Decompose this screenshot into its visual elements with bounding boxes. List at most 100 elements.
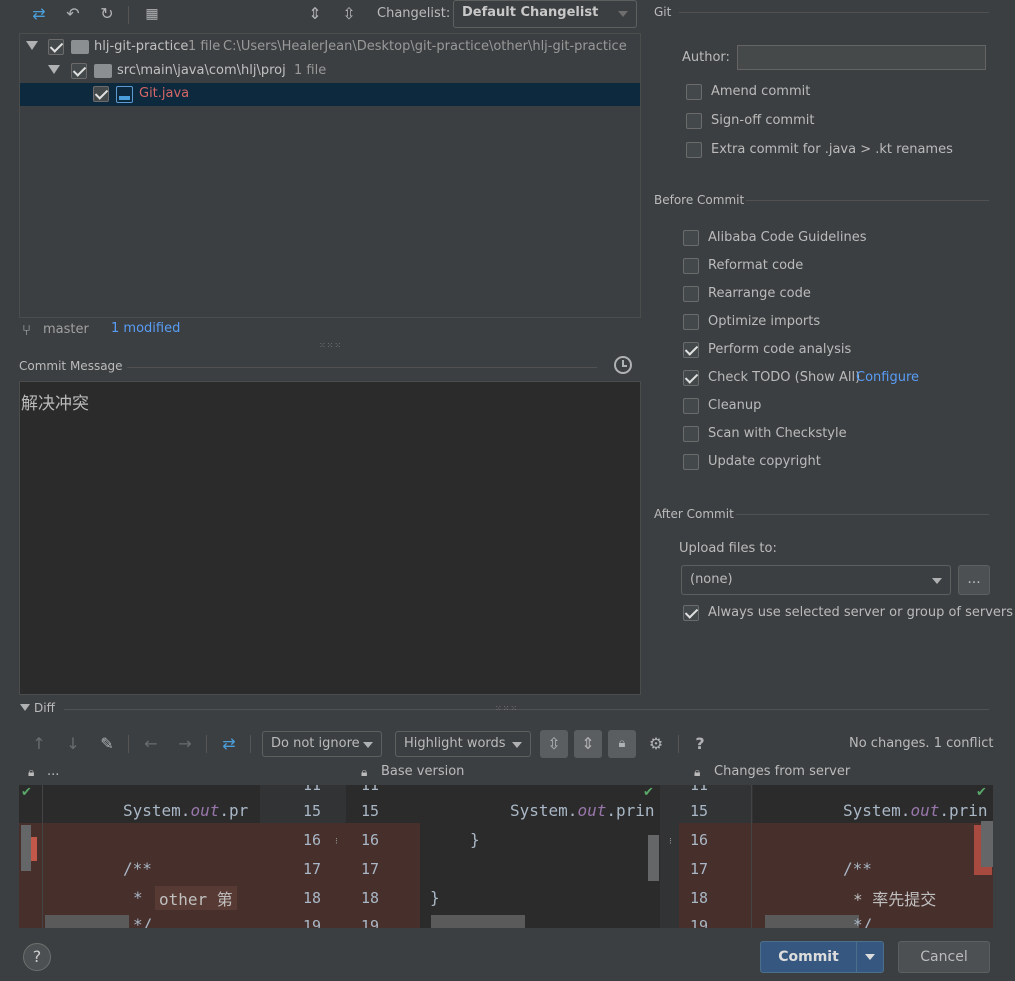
upload-dropdown[interactable]: (none) [681,565,951,595]
code-line: */ [133,915,153,928]
splitter-grip[interactable]: ⁙⁙⁙ [319,341,342,350]
changelist-dropdown[interactable]: Default Changelist [453,0,637,28]
expand-all-icon[interactable]: ⇕ [304,3,326,25]
next-file-icon[interactable]: → [174,733,196,755]
before-commit-checkbox[interactable] [683,342,699,358]
author-label: Author: [682,50,730,65]
diff-title: Diff [34,701,55,715]
after-commit-title: After Commit [654,507,734,521]
clock-hand [622,365,627,367]
help-button[interactable]: ? [23,943,51,971]
expand-arrow-icon[interactable] [26,41,38,50]
extra-commit-checkbox[interactable] [686,142,702,158]
before-commit-checkbox[interactable] [683,230,699,246]
extra-commit-label: Extra commit for .java > .kt renames [711,142,953,157]
before-commit-checkbox[interactable] [683,370,699,386]
tree-row-folder[interactable]: src\main\java\com\hlj\proj 1 file [20,60,640,82]
left-scroll-thumb[interactable] [21,825,31,871]
code-line: /** [123,859,152,878]
diff-collapse-icon[interactable] [20,704,30,711]
splitter-grip[interactable]: ⁙⁙⁙ [495,704,518,713]
always-use-checkbox[interactable] [683,605,699,621]
right-conflict-band [753,823,993,928]
before-commit-checkbox[interactable] [683,286,699,302]
modified-link[interactable]: 1 modified [111,321,180,336]
commit-button[interactable]: Commit [760,941,884,973]
right-scroll-thumb[interactable] [981,821,993,867]
configure-link[interactable]: Configure [856,370,919,385]
line-number: 15 [360,802,379,820]
left-hscroll[interactable] [45,915,129,928]
history-clock-icon[interactable] [614,356,632,374]
edit-source-icon[interactable]: ✎ [96,733,118,755]
compare-icon[interactable]: ⇄ [218,733,240,755]
line-number: 17 [689,860,708,878]
apply-change-icon[interactable]: ⁝ [335,837,338,847]
line-number: 19 [302,917,321,928]
diff-status: No changes. 1 conflict [849,736,994,751]
line-number: 11 [360,785,379,794]
toolbar-divider [128,6,129,24]
highlight-dropdown[interactable]: Highlight words [395,731,531,757]
group-by-icon[interactable]: ▦ [141,3,163,25]
refresh-icon[interactable]: ↻ [96,3,118,25]
root-count: 1 file [188,39,221,54]
browse-servers-button[interactable]: ... [958,565,990,595]
sync-scroll-icon[interactable]: ⇕ [574,730,602,758]
tree-row-file[interactable]: Git.java [20,83,640,106]
folder-icon [94,64,112,78]
root-checkbox[interactable] [48,39,64,55]
java-file-icon [116,86,133,103]
code-token: .prin [606,801,655,820]
signoff-checkbox[interactable] [686,113,702,129]
diff-divider [64,709,989,710]
prev-diff-icon[interactable]: ↑ [28,733,50,755]
right-hscroll[interactable] [765,915,859,928]
show-diff-icon[interactable]: ⇄ [28,3,50,25]
folder-checkbox[interactable] [71,63,87,79]
before-commit-checkbox[interactable] [683,258,699,274]
expand-arrow-icon[interactable] [48,65,60,74]
branch-name: master [43,322,89,337]
toolbar-divider [678,735,679,753]
diff-editor[interactable]: ✔ ✔ ✔ ⁝ ⁝ 11 15 16 17 18 19 11 15 16 17 … [19,785,993,928]
before-commit-checkbox[interactable] [683,398,699,414]
ignore-dropdown[interactable]: Do not ignore [262,731,382,757]
before-commit-checkbox[interactable] [683,426,699,442]
chevron-down-icon[interactable] [865,954,875,960]
cancel-button[interactable]: Cancel [898,941,990,973]
before-commit-label: Alibaba Code Guidelines [708,230,867,245]
tree-row-root[interactable]: hlj-git-practice 1 file C:\Users\HealerJ… [20,36,640,58]
amend-label: Amend commit [711,84,811,99]
before-commit-label: Reformat code [708,258,804,273]
git-divider [679,12,989,13]
file-checkbox[interactable] [93,86,109,102]
lock-icon: 🔒︎ [361,765,368,779]
next-diff-icon[interactable]: ↓ [62,733,84,755]
center-hscroll[interactable] [431,915,525,928]
line-number: 17 [360,860,379,878]
before-commit-checkbox[interactable] [683,454,699,470]
check-icon: ✔ [21,785,32,800]
folder-name: src\main\java\com\hlj\proj [117,63,286,78]
help-icon[interactable]: ? [689,733,711,755]
settings-gear-icon[interactable]: ⚙ [645,733,667,755]
collapse-unchanged-icon[interactable]: ⇳ [540,730,568,758]
collapse-all-icon[interactable]: ⇳ [338,3,360,25]
rollback-icon[interactable]: ↶ [62,3,84,25]
after-commit-divider [736,514,989,515]
center-scroll-thumb[interactable] [648,835,659,881]
before-commit-label: Cleanup [708,398,762,413]
chevron-down-icon [512,742,522,748]
lock-icon[interactable]: 🔒︎ [608,730,636,758]
upload-label: Upload files to: [679,541,777,556]
before-commit-checkbox[interactable] [683,314,699,330]
amend-checkbox[interactable] [686,84,702,100]
code-line: System.out.prin [510,801,655,820]
author-input[interactable] [737,45,986,70]
root-path: C:\Users\HealerJean\Desktop\git-practice… [223,39,627,54]
commit-message-editor[interactable]: 解决冲突 [19,381,641,695]
commit-button-label: Commit [778,949,839,965]
code-token: System. [123,801,191,820]
prev-file-icon[interactable]: ← [140,733,162,755]
